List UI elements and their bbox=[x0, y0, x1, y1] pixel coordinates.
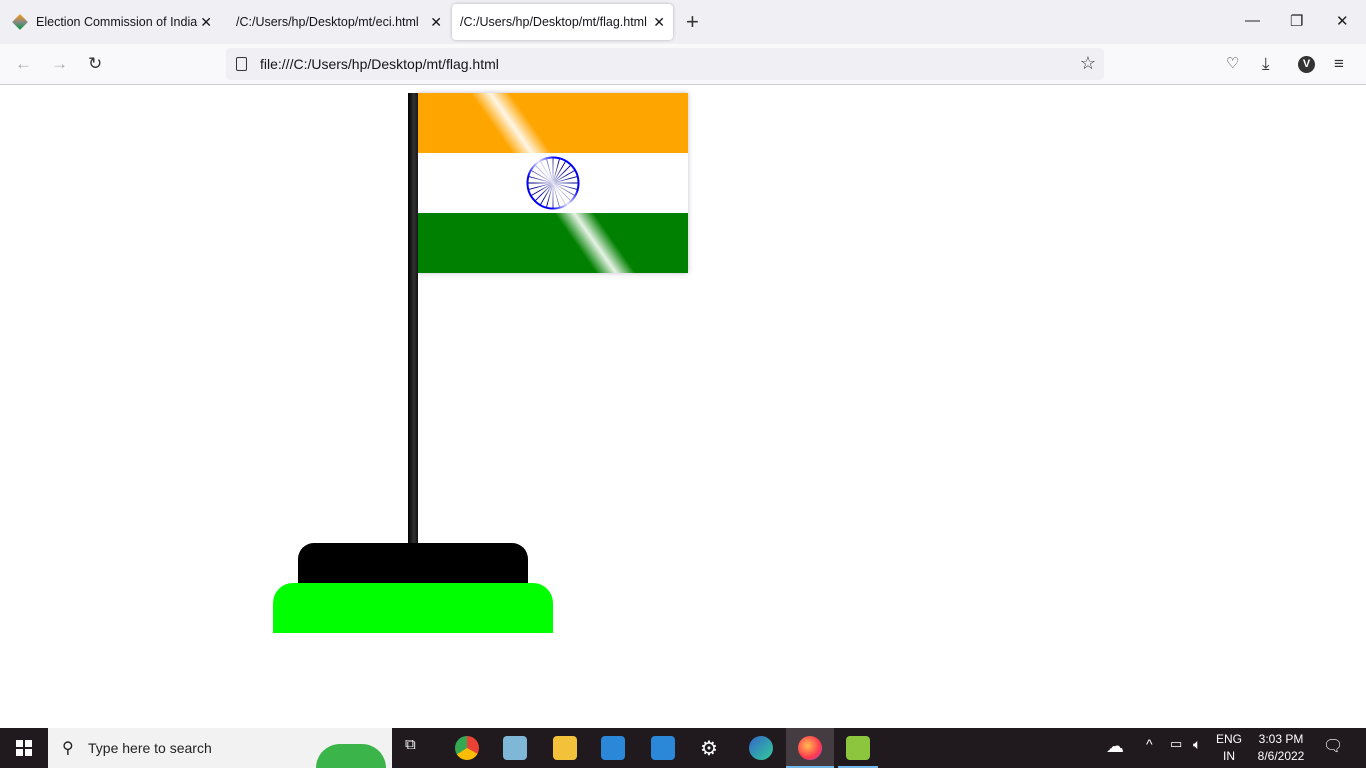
edge-icon[interactable] bbox=[749, 736, 773, 760]
close-tab-icon[interactable]: ✕ bbox=[653, 14, 665, 31]
notepad-icon bbox=[846, 736, 870, 760]
forward-icon[interactable]: → bbox=[51, 54, 68, 74]
menu-icon[interactable]: ≡ bbox=[1334, 54, 1344, 74]
eci-favicon-icon bbox=[12, 14, 28, 30]
downloads-icon[interactable]: ⤓ bbox=[1262, 54, 1270, 74]
firefox-taskbar-button[interactable] bbox=[786, 728, 834, 768]
tab-label: Election Commission of India bbox=[36, 15, 198, 29]
weather-icon[interactable]: ☁ bbox=[1106, 736, 1130, 760]
back-icon[interactable]: ← bbox=[15, 54, 32, 74]
reload-icon[interactable]: ↻ bbox=[88, 54, 102, 74]
close-tab-icon[interactable]: ✕ bbox=[200, 14, 212, 31]
chrome-icon[interactable] bbox=[455, 736, 479, 760]
indian-flag bbox=[418, 93, 688, 273]
flag-pole bbox=[408, 93, 418, 545]
mail-icon[interactable] bbox=[651, 736, 675, 760]
search-highlight-icon bbox=[316, 744, 386, 768]
tab-flag-html[interactable]: /C:/Users/hp/Desktop/mt/flag.html ✕ bbox=[452, 4, 673, 40]
account-avatar[interactable]: V bbox=[1298, 56, 1315, 73]
pole-base-bottom bbox=[273, 583, 553, 633]
tab-label: /C:/Users/hp/Desktop/mt/flag.html bbox=[460, 15, 647, 29]
nav-bar: ← → ↻ file:///C:/Users/hp/Desktop/mt/fla… bbox=[0, 44, 1366, 85]
clock[interactable]: 3:03 PM 8/6/2022 bbox=[1256, 731, 1306, 765]
file-explorer-icon[interactable] bbox=[553, 736, 577, 760]
taskbar-search[interactable]: ⚲ Type here to search bbox=[48, 728, 392, 768]
tab-eci-html[interactable]: /C:/Users/hp/Desktop/mt/eci.html ✕ bbox=[228, 4, 450, 40]
close-tab-icon[interactable]: ✕ bbox=[430, 14, 442, 31]
close-window-icon[interactable]: ✕ bbox=[1336, 12, 1349, 30]
tab-bar: Election Commission of India ✕ /C:/Users… bbox=[0, 0, 1366, 44]
firefox-icon bbox=[798, 736, 822, 760]
lang-text: ENG bbox=[1216, 732, 1243, 746]
url-text[interactable]: file:///C:/Users/hp/Desktop/mt/flag.html bbox=[260, 56, 499, 72]
app-icon[interactable] bbox=[503, 736, 527, 760]
task-view-icon[interactable]: ⧉ bbox=[405, 736, 429, 760]
minimize-icon[interactable]: — bbox=[1245, 12, 1260, 29]
volume-icon[interactable]: 🔈︎ bbox=[1193, 736, 1217, 760]
restore-icon[interactable]: ❐ bbox=[1290, 12, 1303, 30]
page-icon bbox=[236, 57, 247, 71]
date-text: 8/6/2022 bbox=[1257, 749, 1305, 763]
region-text: IN bbox=[1223, 749, 1235, 763]
flag-shine bbox=[418, 93, 688, 273]
address-bar[interactable]: file:///C:/Users/hp/Desktop/mt/flag.html… bbox=[226, 48, 1104, 80]
search-icon: ⚲ bbox=[62, 740, 74, 757]
pole-base-top bbox=[298, 543, 528, 583]
show-hidden-icons[interactable]: ^ bbox=[1146, 736, 1170, 760]
language-indicator[interactable]: ENG IN bbox=[1216, 731, 1242, 765]
notifications-icon[interactable]: 🗨︎ bbox=[1323, 736, 1347, 760]
store-icon[interactable] bbox=[601, 736, 625, 760]
search-placeholder: Type here to search bbox=[88, 740, 212, 756]
settings-icon[interactable]: ⚙ bbox=[700, 736, 724, 760]
windows-start-icon[interactable] bbox=[16, 740, 32, 756]
bookmark-star-icon[interactable]: ☆ bbox=[1080, 53, 1096, 74]
notepad-taskbar-button[interactable] bbox=[838, 728, 878, 768]
pocket-icon[interactable]: ♡ bbox=[1226, 54, 1239, 72]
tab-eci-site[interactable]: Election Commission of India ✕ bbox=[4, 4, 220, 40]
tab-label: /C:/Users/hp/Desktop/mt/eci.html bbox=[236, 15, 419, 29]
time-text: 3:03 PM bbox=[1258, 732, 1304, 746]
new-tab-button[interactable]: + bbox=[686, 9, 699, 35]
taskbar: ⚲ Type here to search ⧉ ⚙ ☁ ^ ▭ 🔈︎ ENG I… bbox=[0, 728, 1366, 768]
battery-icon[interactable]: ▭ bbox=[1170, 736, 1194, 760]
